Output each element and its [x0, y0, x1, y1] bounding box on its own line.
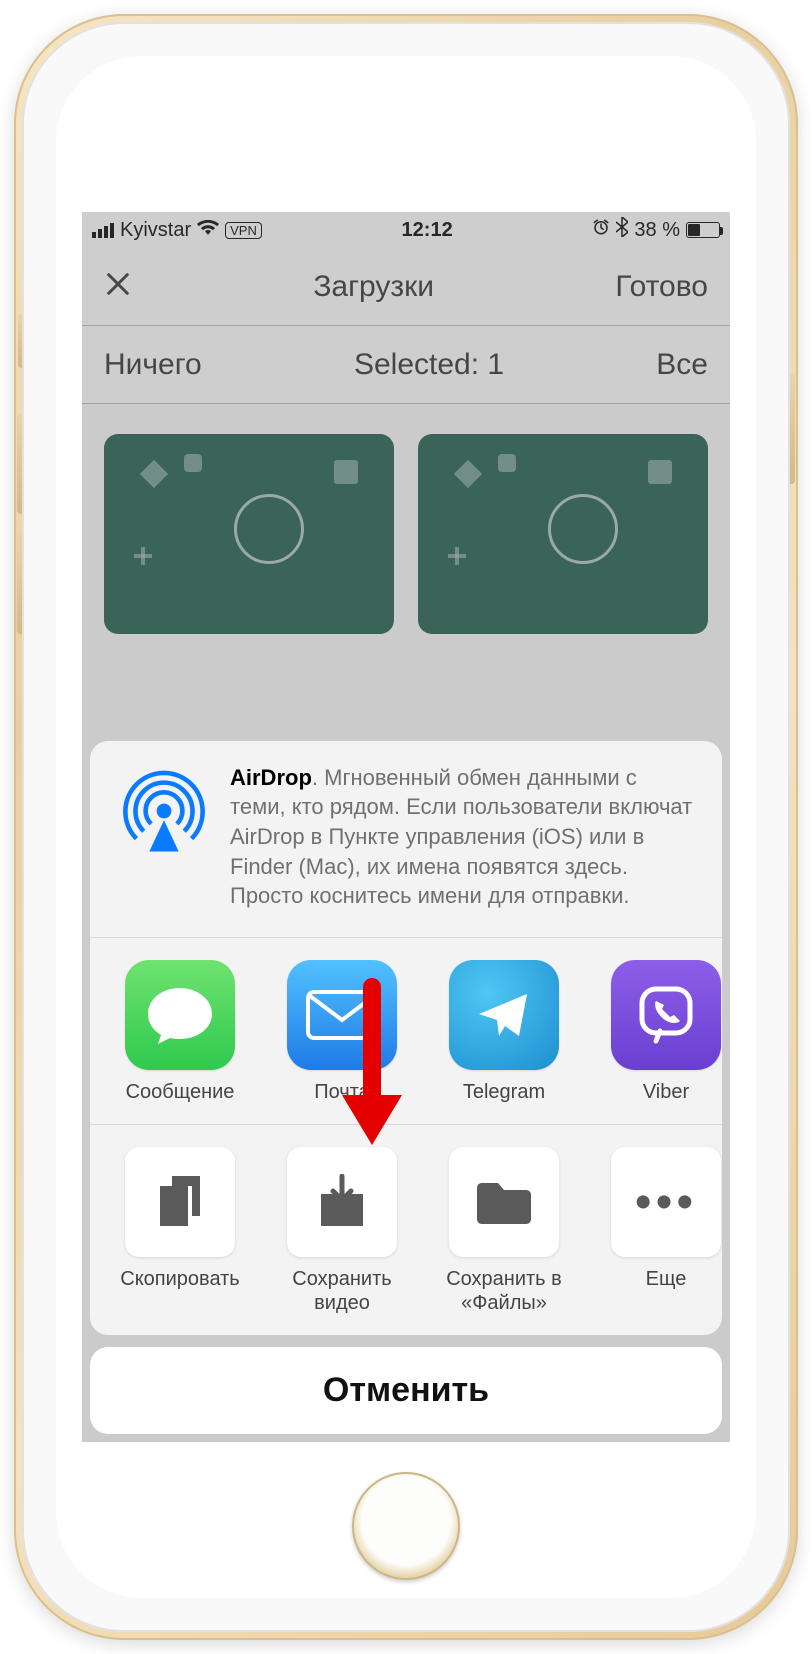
- folder-icon: [449, 1147, 559, 1257]
- cancel-button[interactable]: Отменить: [90, 1347, 722, 1434]
- telegram-icon: [449, 960, 559, 1070]
- share-app-label: Почта: [272, 1080, 412, 1104]
- device-inner: Kyivstar VPN 12:12 38 %: [22, 22, 790, 1632]
- selected-count: Selected: 1: [354, 348, 504, 382]
- device-frame: Kyivstar VPN 12:12 38 %: [14, 14, 798, 1640]
- downloads-grid: [82, 404, 730, 664]
- share-app-label: Viber: [596, 1080, 722, 1104]
- more-icon: •••: [611, 1147, 721, 1257]
- messages-icon: [125, 960, 235, 1070]
- carrier-label: Kyivstar: [120, 219, 191, 242]
- action-copy[interactable]: Скопировать: [110, 1147, 250, 1315]
- nav-bar: Загрузки Готово: [82, 248, 730, 326]
- share-app-messages[interactable]: Сообщение: [110, 960, 250, 1104]
- battery-percent: 38 %: [634, 219, 680, 242]
- action-label: Еще: [596, 1267, 722, 1291]
- status-time: 12:12: [262, 219, 593, 242]
- share-app-mail[interactable]: Почта: [272, 960, 412, 1104]
- done-button[interactable]: Готово: [615, 270, 708, 304]
- alarm-icon: [592, 218, 610, 242]
- download-item[interactable]: [104, 434, 394, 634]
- share-app-viber[interactable]: Viber: [596, 960, 722, 1104]
- cell-signal-icon: [92, 223, 114, 238]
- share-app-label: Сообщение: [110, 1080, 250, 1104]
- action-label: Сохранить видео: [272, 1267, 412, 1315]
- copy-icon: [125, 1147, 235, 1257]
- selection-bar: Ничего Selected: 1 Все: [82, 326, 730, 404]
- close-button[interactable]: [104, 270, 132, 304]
- page-title: Загрузки: [313, 270, 434, 304]
- share-app-label: Telegram: [434, 1080, 574, 1104]
- share-actions-row[interactable]: Скопировать Сохранить видео: [90, 1125, 722, 1335]
- bluetooth-icon: [616, 217, 628, 243]
- share-app-telegram[interactable]: Telegram: [434, 960, 574, 1104]
- share-panel: AirDrop. Мгновенный обмен данными с теми…: [90, 741, 722, 1335]
- vpn-badge: VPN: [225, 222, 262, 239]
- action-save-files[interactable]: Сохранить в «Файлы»: [434, 1147, 574, 1315]
- airdrop-title: AirDrop: [230, 765, 312, 790]
- action-label: Скопировать: [110, 1267, 250, 1291]
- download-item[interactable]: [418, 434, 708, 634]
- action-label: Сохранить в «Файлы»: [434, 1267, 574, 1315]
- share-apps-row[interactable]: Сообщение Почта Telegram: [90, 938, 722, 1124]
- airdrop-icon: [116, 763, 212, 859]
- airdrop-section: AirDrop. Мгновенный обмен данными с теми…: [90, 741, 722, 937]
- home-button[interactable]: [352, 1472, 460, 1580]
- battery-icon: [686, 222, 720, 238]
- save-video-icon: [287, 1147, 397, 1257]
- airdrop-description: AirDrop. Мгновенный обмен данными с теми…: [230, 763, 696, 911]
- action-save-video[interactable]: Сохранить видео: [272, 1147, 412, 1315]
- select-none-button[interactable]: Ничего: [104, 348, 202, 382]
- screen: Kyivstar VPN 12:12 38 %: [82, 212, 730, 1442]
- select-all-button[interactable]: Все: [656, 348, 708, 382]
- viber-icon: [611, 960, 721, 1070]
- share-sheet: AirDrop. Мгновенный обмен данными с теми…: [90, 741, 722, 1434]
- action-more[interactable]: ••• Еще: [596, 1147, 722, 1315]
- wifi-icon: [197, 219, 219, 242]
- status-bar: Kyivstar VPN 12:12 38 %: [82, 212, 730, 248]
- mail-icon: [287, 960, 397, 1070]
